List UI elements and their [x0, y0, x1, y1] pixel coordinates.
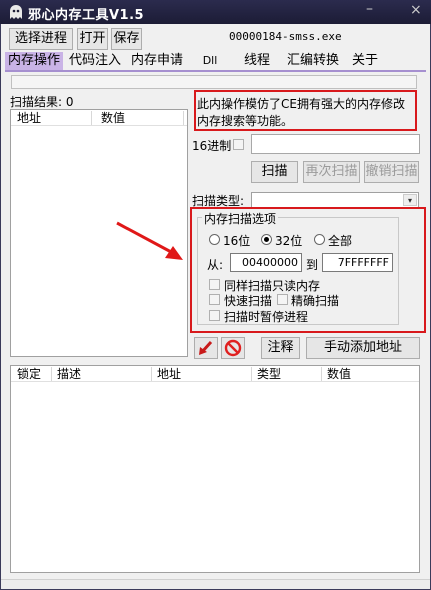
radio-all[interactable]: [314, 234, 325, 245]
column-address[interactable]: 地址: [157, 366, 181, 382]
column-separator: [321, 367, 322, 381]
column-separator: [151, 367, 152, 381]
tab-about[interactable]: 关于: [351, 52, 379, 70]
undo-scan-button[interactable]: 撤销扫描: [364, 161, 419, 183]
select-process-button[interactable]: 选择进程: [9, 28, 73, 50]
description-line-2: 内存搜索等功能。: [197, 114, 294, 128]
add-to-list-button[interactable]: [194, 337, 218, 359]
exact-scan-label[interactable]: 精确扫描: [291, 292, 339, 309]
column-separator: [251, 367, 252, 381]
radio-16bit-label[interactable]: 16位: [223, 232, 250, 249]
column-value[interactable]: 数值: [101, 110, 125, 126]
column-separator: [91, 111, 92, 125]
column-lock[interactable]: 锁定: [17, 366, 41, 382]
saved-list-header: 锁定 描述 地址 类型 数值: [11, 366, 419, 382]
tab-thread[interactable]: 线程: [243, 52, 271, 70]
scan-progress-bar: [11, 75, 417, 89]
rescan-button[interactable]: 再次扫描: [303, 161, 360, 183]
clear-list-button[interactable]: [221, 337, 245, 359]
add-address-manually-button[interactable]: 手动添加地址: [306, 337, 420, 359]
fast-scan-label[interactable]: 快速扫描: [224, 292, 272, 309]
column-separator: [51, 367, 52, 381]
column-value[interactable]: 数值: [327, 366, 351, 382]
ghost-logo-icon: [10, 5, 22, 19]
hex-label: 16进制: [192, 139, 232, 153]
scan-results-label: 扫描结果: 0: [10, 95, 74, 109]
hex-value-input[interactable]: [251, 134, 420, 154]
radio-16bit[interactable]: [209, 234, 220, 245]
status-bar: [1, 579, 430, 589]
column-address[interactable]: 地址: [17, 110, 41, 126]
radio-32bit-label[interactable]: 32位: [275, 232, 302, 249]
column-separator: [183, 111, 184, 125]
column-description[interactable]: 描述: [57, 366, 81, 382]
tab-divider: [5, 70, 426, 72]
radio-all-label[interactable]: 全部: [328, 232, 352, 249]
to-label: 到: [306, 258, 319, 272]
minimize-button[interactable]: –: [366, 1, 373, 17]
tab-code-inject[interactable]: 代码注入: [67, 52, 123, 70]
scan-button[interactable]: 扫描: [251, 161, 298, 183]
tab-asm-convert[interactable]: 汇编转换: [285, 52, 341, 70]
main-window: 选择进程 打开 保存 00000184-smss.exe 内存操作 代码注入 内…: [0, 24, 431, 590]
to-address-input[interactable]: 7FFFFFFF: [322, 253, 393, 272]
scan-type-select[interactable]: ▾: [251, 192, 419, 208]
close-button[interactable]: ×: [410, 2, 422, 18]
pause-process-checkbox[interactable]: [209, 310, 220, 321]
saved-address-list[interactable]: 锁定 描述 地址 类型 数值: [10, 365, 420, 573]
exact-scan-checkbox[interactable]: [277, 294, 288, 305]
from-label: 从:: [207, 258, 224, 272]
results-header: 地址 数值: [11, 110, 187, 126]
radio-32bit[interactable]: [261, 234, 272, 245]
fast-scan-checkbox[interactable]: [209, 294, 220, 305]
process-name: 00000184-smss.exe: [229, 30, 342, 43]
chevron-down-icon[interactable]: ▾: [403, 194, 417, 206]
hex-checkbox[interactable]: [233, 139, 244, 150]
from-address-input[interactable]: 00400000: [230, 253, 302, 272]
red-arrow-icon: [116, 221, 183, 260]
column-type[interactable]: 类型: [257, 366, 281, 382]
tab-memory-alloc[interactable]: 内存申请: [129, 52, 185, 70]
pause-process-label[interactable]: 扫描时暂停进程: [224, 308, 308, 325]
window-title: 邪心内存工具V1.5: [28, 8, 145, 23]
arrow-down-left-icon: [199, 340, 213, 355]
title-bar: 邪心内存工具V1.5 – ×: [0, 0, 431, 24]
readonly-checkbox[interactable]: [209, 279, 220, 290]
comment-button[interactable]: 注释: [261, 337, 300, 359]
save-button[interactable]: 保存: [111, 28, 142, 50]
open-button[interactable]: 打开: [77, 28, 108, 50]
no-entry-icon: [224, 339, 242, 357]
tab-dll[interactable]: Dll: [195, 52, 225, 70]
tab-memory-ops[interactable]: 内存操作: [5, 52, 63, 70]
description-highlight: 此内操作模仿了CE拥有强大的内存修改 内存搜索等功能。: [194, 90, 417, 131]
scan-options-title: 内存扫描选项: [202, 210, 279, 227]
description-line-1: 此内操作模仿了CE拥有强大的内存修改: [197, 97, 405, 111]
